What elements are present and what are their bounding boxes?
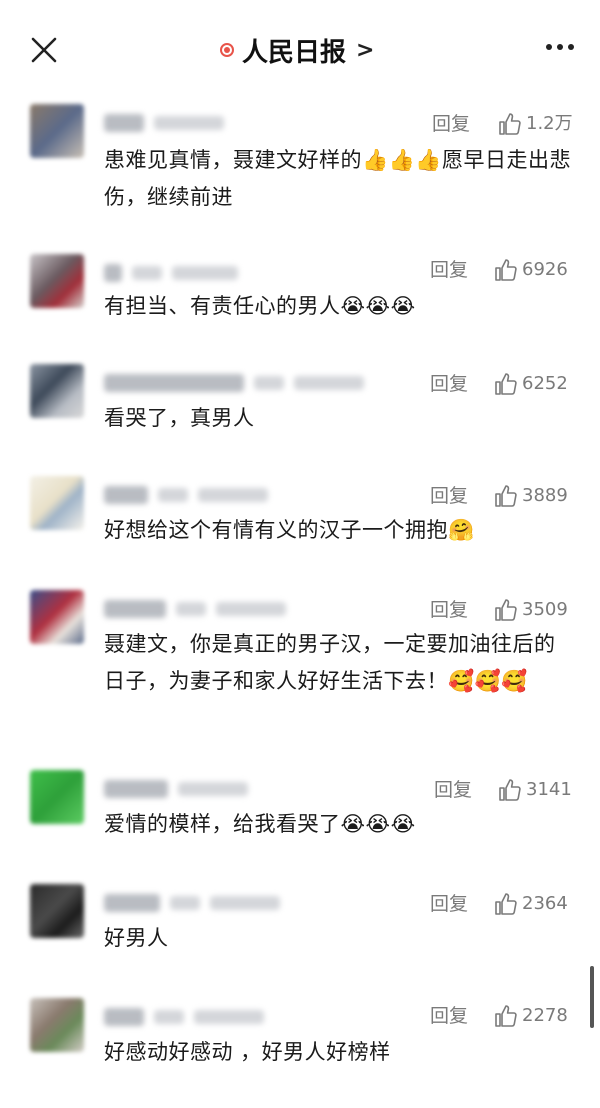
avatar[interactable] xyxy=(30,770,84,824)
reply-button[interactable]: 回复 xyxy=(434,778,472,802)
reply-button[interactable]: 回复 xyxy=(430,372,468,396)
reply-button[interactable]: 回复 xyxy=(430,598,468,622)
blurred-username xyxy=(104,892,280,914)
comment-text: 好感动好感动 ，好男人好榜样 xyxy=(104,1040,391,1064)
like-button[interactable]: 6926 xyxy=(494,258,568,282)
top-bar: 人民日报 > xyxy=(0,0,600,100)
comment-text: 看哭了，真男人 xyxy=(104,406,255,430)
thumbs-up-icon xyxy=(495,599,517,621)
live-dot-icon xyxy=(220,43,234,57)
thumbs-up-icon xyxy=(499,779,521,801)
like-count: 3509 xyxy=(522,599,568,620)
comment-text: 聂建文，你是真正的男子汉，一定要加油往后的日子，为妻子和家人好好生活下去！🥰🥰🥰 xyxy=(104,632,556,693)
like-count: 3141 xyxy=(526,779,572,800)
like-button[interactable]: 2364 xyxy=(494,892,568,916)
thumbs-up-icon xyxy=(495,485,517,507)
like-count: 1.2万 xyxy=(526,113,573,134)
avatar[interactable] xyxy=(30,104,84,158)
blurred-username xyxy=(104,372,364,394)
like-button[interactable]: 3141 xyxy=(498,778,572,802)
blurred-username xyxy=(104,598,286,620)
blurred-username xyxy=(104,112,224,134)
scrollbar[interactable] xyxy=(590,966,594,1028)
avatar[interactable] xyxy=(30,884,84,938)
comment-text: 爱情的模样，给我看哭了😭😭😭 xyxy=(104,812,416,836)
avatar[interactable] xyxy=(30,254,84,308)
comment-text: 好想给这个有情有义的汉子一个拥抱🤗 xyxy=(104,518,475,542)
reply-button[interactable]: 回复 xyxy=(430,484,468,508)
reply-button[interactable]: 回复 xyxy=(430,1004,468,1028)
blurred-username xyxy=(104,778,248,800)
comment-text: 好男人 xyxy=(104,926,169,950)
like-button[interactable]: 2278 xyxy=(494,1004,568,1028)
like-count: 6926 xyxy=(522,259,568,280)
avatar[interactable] xyxy=(30,590,84,644)
like-count: 6252 xyxy=(522,373,568,394)
page-title: 人民日报 xyxy=(242,37,347,68)
blurred-username xyxy=(104,484,268,506)
like-button[interactable]: 1.2万 xyxy=(498,112,573,136)
blurred-username xyxy=(104,262,238,284)
comment-text: 有担当、有责任心的男人😭😭😭 xyxy=(104,294,416,318)
close-icon[interactable] xyxy=(28,34,60,66)
reply-button[interactable]: 回复 xyxy=(430,258,468,282)
thumbs-up-icon xyxy=(495,259,517,281)
reply-button[interactable]: 回复 xyxy=(430,892,468,916)
reply-button[interactable]: 回复 xyxy=(432,112,470,136)
blurred-username xyxy=(104,1006,264,1028)
like-button[interactable]: 3509 xyxy=(494,598,568,622)
comment-text: 患难见真情，聂建文好样的👍👍👍愿早日走出悲伤，继续前进 xyxy=(104,148,571,209)
chevron-right-icon: > xyxy=(356,37,375,63)
avatar[interactable] xyxy=(30,364,84,418)
like-count: 2278 xyxy=(522,1005,568,1026)
thumbs-up-icon xyxy=(495,893,517,915)
thumbs-up-icon xyxy=(495,373,517,395)
more-icon[interactable] xyxy=(546,44,574,50)
avatar[interactable] xyxy=(30,476,84,530)
avatar[interactable] xyxy=(30,998,84,1052)
like-count: 3889 xyxy=(522,485,568,506)
thumbs-up-icon xyxy=(499,113,521,135)
like-button[interactable]: 3889 xyxy=(494,484,568,508)
like-button[interactable]: 6252 xyxy=(494,372,568,396)
thumbs-up-icon xyxy=(495,1005,517,1027)
account-title-link[interactable]: 人民日报 > xyxy=(220,30,374,70)
like-count: 2364 xyxy=(522,893,568,914)
